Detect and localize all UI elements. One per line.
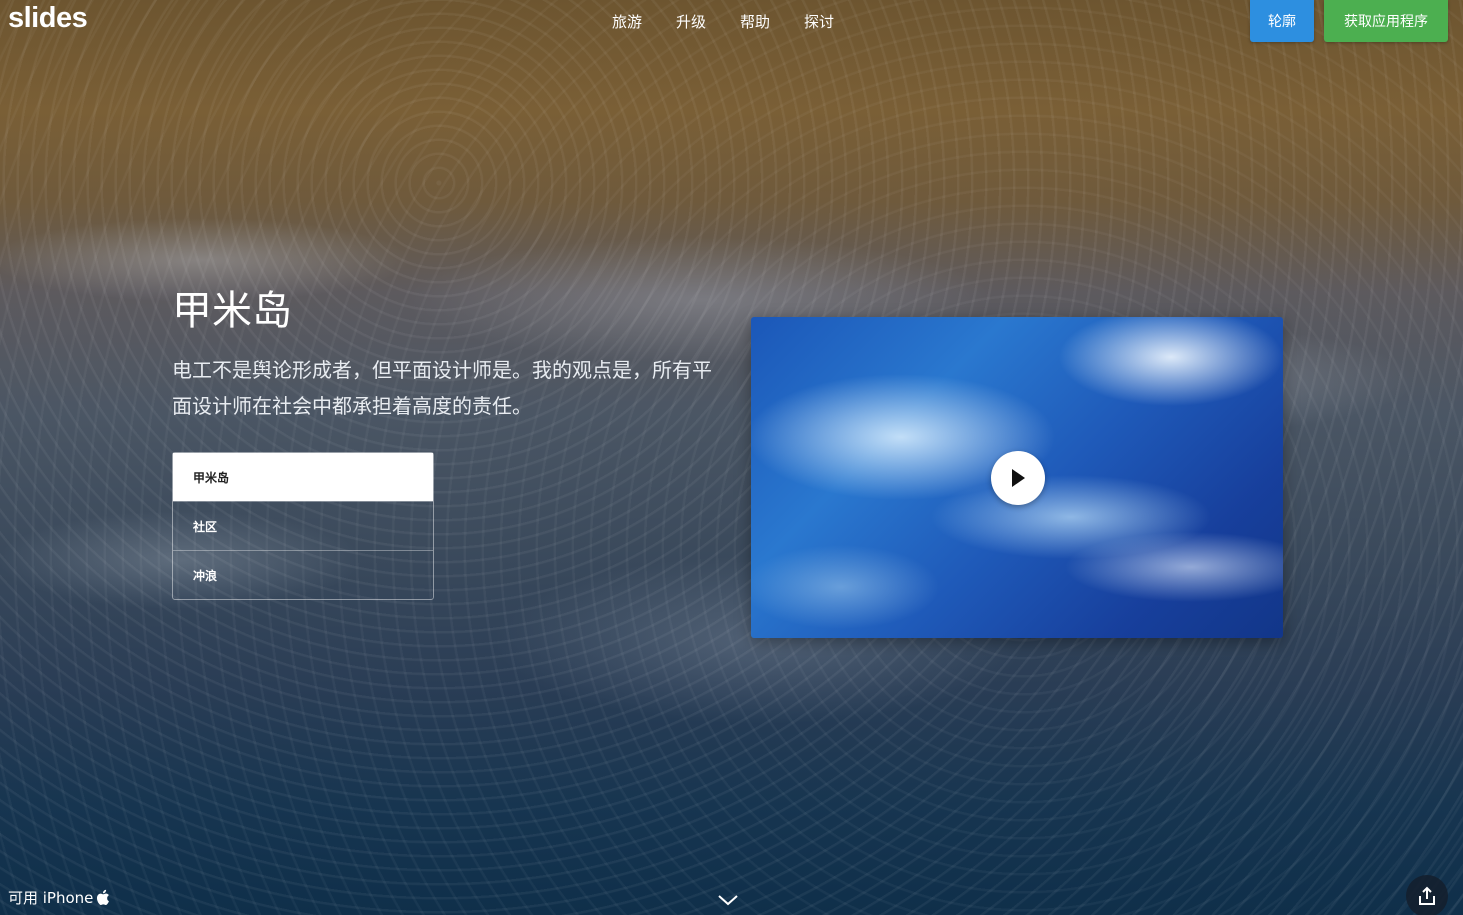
logo[interactable]: slides bbox=[8, 2, 88, 35]
nav-item-help[interactable]: 帮助 bbox=[740, 11, 770, 32]
nav-item-travel[interactable]: 旅游 bbox=[612, 11, 642, 32]
get-app-button[interactable]: 获取应用程序 bbox=[1324, 0, 1448, 42]
page: slides 旅游 升级 帮助 探讨 轮廓 获取应用程序 甲米岛 电工不是舆论形… bbox=[0, 0, 1463, 915]
tab-krabi[interactable]: 甲米岛 bbox=[173, 453, 433, 501]
apple-icon bbox=[97, 889, 110, 905]
chevron-down-icon bbox=[718, 895, 738, 906]
hero-description: 电工不是舆论形成者，但平面设计师是。我的观点是，所有平面设计师在社会中都承担着高… bbox=[172, 358, 712, 418]
video-player[interactable] bbox=[751, 317, 1283, 638]
tab-surfing[interactable]: 冲浪 bbox=[173, 550, 433, 599]
available-on-iphone[interactable]: 可用 iPhone bbox=[8, 887, 110, 908]
available-text: 可用 iPhone bbox=[8, 889, 94, 907]
login-button[interactable]: 轮廓 bbox=[1250, 0, 1314, 42]
play-button[interactable] bbox=[991, 451, 1045, 505]
share-icon bbox=[1419, 886, 1435, 905]
tab-community[interactable]: 社区 bbox=[173, 501, 433, 550]
nav-item-upgrade[interactable]: 升级 bbox=[676, 11, 706, 32]
scroll-down-button[interactable] bbox=[717, 892, 739, 911]
share-button[interactable] bbox=[1406, 875, 1448, 915]
main-nav: 旅游 升级 帮助 探讨 bbox=[612, 11, 834, 32]
play-icon bbox=[1012, 469, 1025, 487]
hero-tabs: 甲米岛 社区 冲浪 bbox=[172, 452, 434, 600]
hero-title: 甲米岛 bbox=[172, 288, 292, 334]
nav-item-discuss[interactable]: 探讨 bbox=[804, 11, 834, 32]
